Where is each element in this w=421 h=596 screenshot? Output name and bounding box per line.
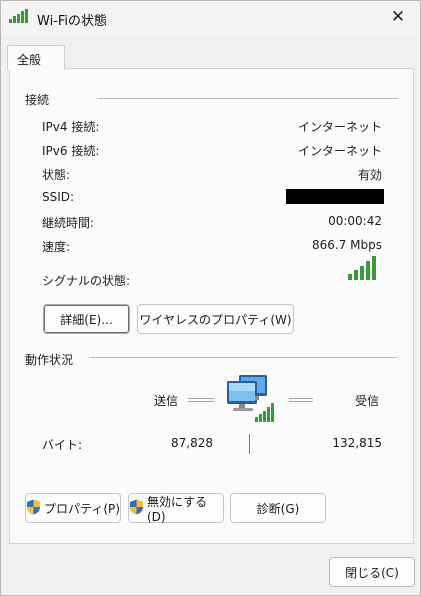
disable-button-label: 無効にする(D) [147,494,208,524]
activity-heading: 動作状況 [25,353,74,367]
wifi-status-window: Wi-Fiの状態 ✕ 全般 接続 IPv4 接続: インターネット IPv6 接… [0,0,421,596]
bytes-sent-value: 87,828 [171,436,213,450]
disable-button[interactable]: 無効にする(D) [128,493,224,524]
bytes-label: バイト: [42,438,83,452]
speed-value: 866.7 Mbps [311,238,382,252]
speed-label: 速度: [42,240,71,254]
wireless-properties-button[interactable]: ワイヤレスのプロパティ(W) [137,304,294,334]
ipv4-label: IPv4 接続: [42,120,100,134]
uac-shield-icon [26,499,41,518]
network-computers-icon [225,371,277,426]
ipv6-label: IPv6 接続: [42,144,100,158]
signal-strength-icon [348,256,376,283]
diagnose-button-label: 診断(G) [256,501,300,516]
received-label: 受信 [355,394,380,408]
bytes-received-value: 132,815 [332,436,382,450]
state-label: 状態: [42,168,71,182]
properties-button[interactable]: プロパティ(P) [25,493,121,523]
wifi-signal-icon [9,9,29,26]
activity-divider [89,357,397,358]
sent-dash [188,398,214,402]
ssid-value-redacted [286,189,384,204]
bytes-separator [249,434,250,454]
details-button[interactable]: 詳細(E)... [43,304,130,334]
close-button[interactable]: 閉じる(C) [329,557,415,587]
duration-value: 00:00:42 [328,214,382,228]
duration-label: 継続時間: [42,216,95,230]
ssid-label: SSID: [42,190,75,204]
ipv6-value: インターネット [297,144,382,158]
received-dash [289,398,313,402]
connection-heading: 接続 [25,93,50,107]
wireless-properties-label: ワイヤレスのプロパティ(W) [139,312,292,327]
properties-button-label: プロパティ(P) [44,501,120,516]
state-value: 有効 [357,168,382,182]
close-button-label: 閉じる(C) [345,565,399,580]
window-title: Wi-Fiの状態 [37,14,108,29]
tab-general[interactable]: 全般 [7,45,65,70]
connection-divider [97,98,398,99]
close-icon[interactable]: ✕ [378,1,418,33]
sent-label: 送信 [154,394,179,408]
ipv4-value: インターネット [297,120,382,134]
details-button-label: 詳細(E)... [60,312,113,327]
title-bar[interactable]: Wi-Fiの状態 ✕ [1,1,420,35]
diagnose-button[interactable]: 診断(G) [230,493,326,523]
uac-shield-icon [129,499,144,518]
signal-label: シグナルの状態: [42,274,131,288]
